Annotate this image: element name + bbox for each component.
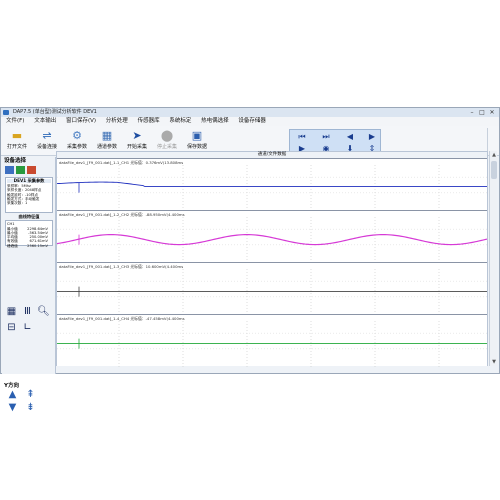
y-expand-icon[interactable]: ▲ [6,389,19,401]
minimize-button[interactable]: – [467,109,477,116]
channel-panel[interactable]: dataFile_dev1_[F9_001.dat]_1-3_CH3 光标值：1… [57,262,487,315]
menu-window-save[interactable]: 窗口保存(V) [66,117,96,126]
corner-icon[interactable]: ∟ [21,322,34,334]
menu-text-output[interactable]: 文本输出 [34,117,56,126]
waveform-line [57,181,487,188]
sensor-icon[interactable] [27,166,36,174]
y-direction-heading: Y方向 [4,383,19,389]
close-button[interactable]: ✕ [487,109,497,116]
device-icons [5,166,45,175]
channel-plot [57,217,487,263]
waveform-line [57,233,487,246]
menu-bar: 文件(F) 文本输出 窗口保存(V) 分析处理 传感器库 系统标定 热电偶选择 … [1,117,499,126]
channel-panel[interactable]: dataFile_dev1_[F9_001.dat]_1-2_CH2 光标值：-… [57,210,487,263]
channel-plot [57,165,487,211]
left-panel: 设备选择 DEV1 采集参数 采样率：5Mhz 采样长度：2048样点 触发延时… [2,157,56,413]
channel-panel[interactable]: dataFile_dev1_[F9_001.dat]_1-4_CH4 光标值：-… [57,314,487,367]
maximize-button[interactable]: □ [477,109,487,116]
menu-calibration[interactable]: 系统标定 [169,117,191,126]
y-shrink-icon[interactable]: ▼ [6,402,19,414]
menu-thermocouple[interactable]: 热电偶选择 [201,117,229,126]
app-icon [3,110,9,115]
scroll-thumb[interactable] [491,161,497,179]
magnifier-icon[interactable]: 🔍︎ [37,306,50,318]
y-stretch-icon[interactable]: ⇟ [24,402,37,414]
open-file-button[interactable]: ▬ 打开文件 [3,128,31,154]
plot-area: 通道/文件数据 dataFile_dev1_[F9_001.dat]_1-1_C… [56,151,488,367]
folder-icon: ▬ [11,129,23,142]
scroll-up-icon[interactable]: ▲ [490,151,498,159]
channel-plot [57,321,487,367]
channel-label: dataFile_dev1_[F9_001.dat]_1-1_CH1 光标值：0… [59,160,184,165]
channel-label: dataFile_dev1_[F9_001.dat]_1-2_CH2 光标值：-… [59,212,185,217]
columns-icon[interactable]: Ⅲ [21,306,34,318]
y-compress-icon[interactable]: ⇞ [24,389,37,401]
device-icon[interactable] [5,166,14,174]
curve-stats-box: 曲线特征值 CH1 最小值 2298.64mV 最小值 -563.54mV 平均值 2… [5,214,53,249]
vertical-scrollbar[interactable]: ▲ ▼ [489,151,497,366]
channel-label: dataFile_dev1_[F9_001.dat]_1-4_CH4 光标值：-… [59,316,185,321]
zoom-controls: ▦ Ⅲ 🔍︎ ⊟ ∟ [5,306,53,352]
title-bar: DAP7.5 (单台型)测试分析软件 DEV1 – □ ✕ [1,108,499,117]
device-params-box: DEV1 采集参数 采样率：5Mhz 采样长度：2048样点 触发延时：-10样… [5,177,53,213]
run-icon: ➤ [132,129,142,142]
param-acq-count: 采集次数：1 [7,201,28,206]
channel-plot [57,269,487,315]
menu-sensor-library[interactable]: 传感器库 [138,117,160,126]
device-select-heading: 设备选择 [4,158,27,164]
next-icon[interactable]: ▶ [366,132,378,142]
next-frame-icon[interactable]: ⏭ [320,132,332,142]
menu-file[interactable]: 文件(F) [6,117,24,126]
stop-icon: ⬤ [160,129,174,142]
device-params-title: DEV1 采集参数 [7,178,51,184]
connect-icon: ⇌ [42,129,52,142]
curve-stats-title: 曲线特征值 [18,214,40,219]
save-icon: ▣ [191,129,203,142]
gear-icon: ⚙ [72,129,82,142]
menu-device-storage[interactable]: 设备存储器 [238,117,266,126]
zoom-grid-icon[interactable]: ▦ [5,306,18,318]
first-frame-icon[interactable]: ⏮ [296,132,308,142]
prev-icon[interactable]: ◀ [344,132,356,142]
stat-row: 峰峰值 2560.15mV [7,243,48,248]
split-icon[interactable]: ⊟ [5,322,18,334]
channel-panel[interactable]: dataFile_dev1_[F9_001.dat]_1-1_CH1 光标值：0… [57,158,487,211]
grid-icon: ▦ [101,129,113,142]
window-title: DAP7.5 (单台型)测试分析软件 DEV1 [13,109,97,115]
scroll-down-icon[interactable]: ▼ [490,358,498,366]
channel-label: dataFile_dev1_[F9_001.dat]_1-3_CH3 光标值：1… [59,264,184,269]
module-icon[interactable] [16,166,25,174]
menu-analysis[interactable]: 分析处理 [106,117,128,126]
